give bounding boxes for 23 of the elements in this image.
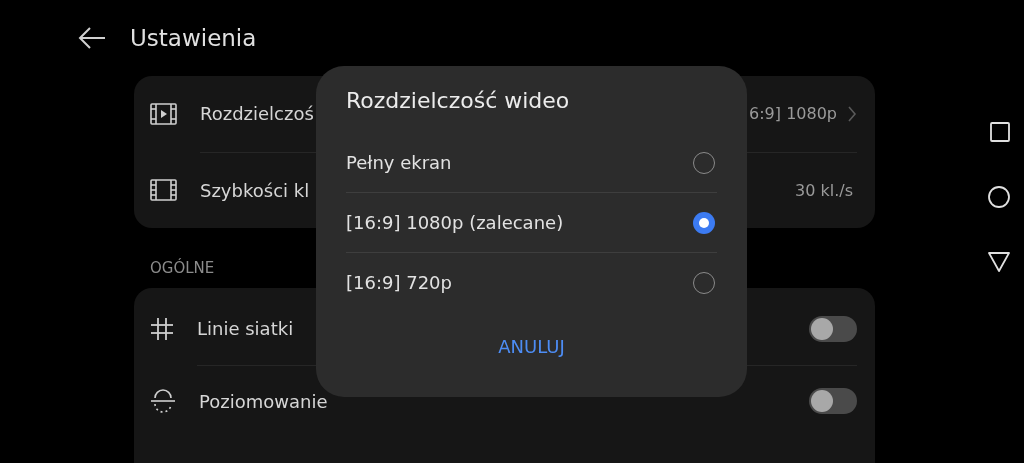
video-frame-icon bbox=[150, 103, 177, 125]
back-arrow-icon[interactable] bbox=[78, 26, 106, 50]
triangle-nav-icon[interactable] bbox=[988, 252, 1010, 272]
option-label[interactable]: [16:9] 1080p (zalecane) bbox=[346, 212, 693, 233]
toggle-switch[interactable] bbox=[809, 315, 857, 342]
chevron-icon bbox=[847, 105, 857, 122]
cancel-button[interactable]: ANULUJ bbox=[486, 330, 577, 363]
option-label[interactable]: [16:9] 720p bbox=[346, 272, 693, 293]
page-title: Ustawienia bbox=[130, 25, 257, 51]
setting-value: 30 kl./s bbox=[795, 180, 853, 200]
film-strip-icon bbox=[150, 179, 177, 201]
square-nav-icon[interactable] bbox=[990, 122, 1010, 142]
grid-icon bbox=[150, 317, 174, 341]
circle-nav-icon[interactable] bbox=[988, 186, 1010, 208]
setting-label: Poziomowanie bbox=[199, 390, 329, 412]
section-heading: OGÓLNE bbox=[150, 259, 215, 277]
setting-label: Linie siatki bbox=[197, 318, 295, 339]
dialog-title: Rozdzielczość wideo bbox=[346, 88, 571, 113]
toggle-switch[interactable] bbox=[809, 388, 857, 414]
radio-button[interactable] bbox=[693, 211, 715, 234]
option-label[interactable]: Pełny ekran bbox=[346, 152, 693, 173]
level-icon bbox=[150, 389, 176, 413]
setting-value: 6:9] 1080p bbox=[749, 104, 837, 123]
